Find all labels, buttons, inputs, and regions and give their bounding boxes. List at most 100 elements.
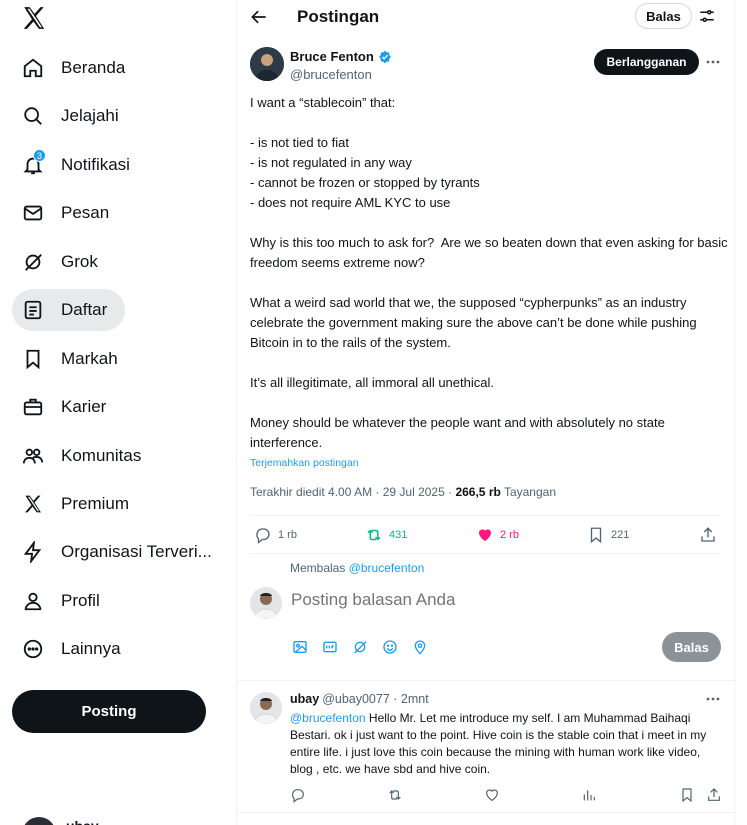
author-avatar[interactable]	[250, 47, 284, 81]
image-icon[interactable]	[292, 639, 308, 655]
nav-label: Markah	[61, 349, 118, 368]
like-count: 2 rb	[500, 529, 519, 541]
replying-to: Membalas @brucefenton	[290, 561, 424, 575]
nav-label: Daftar	[61, 300, 108, 319]
repost-action[interactable]: 431	[365, 526, 407, 544]
send-reply-button[interactable]: Balas	[662, 632, 721, 662]
nav-item-organisasi[interactable]: Organisasi Terveri...	[12, 531, 230, 573]
repost-icon[interactable]	[387, 787, 403, 803]
nav-label: Beranda	[61, 58, 126, 77]
reply-text: @brucefenton Hello Mr. Let me introduce …	[290, 710, 720, 778]
post-paragraph: - is not tied to fiat	[250, 135, 349, 150]
gif-icon[interactable]	[322, 639, 338, 655]
left-sidebar: Beranda Jelajahi 3 Notifikasi Pesan Grok…	[0, 0, 236, 825]
nav-label: Premium	[61, 494, 130, 513]
lightning-icon	[21, 540, 45, 564]
edited-timestamp[interactable]: Terakhir diedit 4.00 AM · 29 Jul 2025 ·	[250, 485, 455, 499]
grok-icon	[21, 250, 45, 274]
post-paragraph: Why is this too much to ask for? Are we …	[250, 235, 732, 270]
nav-item-jelajahi[interactable]: Jelajahi	[12, 95, 137, 137]
post-button[interactable]: Posting	[12, 690, 206, 733]
post-paragraph	[250, 273, 730, 293]
nav-label: Organisasi Terveri...	[61, 542, 212, 561]
subscribe-button[interactable]: Berlangganan	[594, 49, 699, 75]
filter-sliders-icon[interactable]	[698, 7, 716, 25]
bell-icon: 3	[21, 149, 46, 177]
reply-more-options-icon[interactable]	[704, 690, 722, 708]
nav-item-premium[interactable]: Premium	[12, 483, 147, 525]
bookmark-icon[interactable]	[679, 787, 695, 803]
account-avatar[interactable]	[22, 817, 56, 825]
translate-post-link[interactable]: Terjemahkan postingan	[250, 457, 359, 469]
post-paragraph: What a weird sad world that we, the supp…	[250, 295, 701, 350]
post-paragraph	[250, 393, 730, 413]
section-divider	[237, 680, 736, 681]
my-avatar[interactable]	[250, 587, 282, 619]
views-label: Tayangan	[500, 485, 556, 499]
reply-meta: @ubay0077 · 2mnt	[322, 692, 429, 706]
bookmark-action[interactable]: 221	[587, 526, 629, 544]
share-icon[interactable]	[706, 787, 722, 803]
like-action[interactable]: 2 rb	[476, 526, 519, 544]
location-icon[interactable]	[412, 639, 428, 655]
nav-item-pesan[interactable]: Pesan	[12, 192, 127, 234]
account-name[interactable]: ubay	[66, 818, 99, 825]
views-count: 266,5 rb	[455, 485, 501, 499]
nav-item-profil[interactable]: Profil	[12, 580, 118, 622]
nav-item-lainnya[interactable]: Lainnya	[12, 628, 139, 670]
post-paragraph: - does not require AML KYC to use	[250, 195, 451, 210]
reply-icon	[256, 528, 270, 544]
nav-item-notifikasi[interactable]: 3 Notifikasi	[12, 144, 148, 186]
post-paragraph: - is not regulated in any way	[250, 155, 412, 170]
reply-mention[interactable]: @brucefenton	[290, 711, 366, 725]
nav-item-daftar[interactable]: Daftar	[12, 289, 126, 331]
briefcase-icon	[21, 395, 45, 419]
repost-count: 431	[389, 529, 408, 541]
bookmark-count: 221	[611, 529, 630, 541]
back-arrow-icon[interactable]	[249, 7, 269, 27]
post-paragraph	[250, 213, 730, 233]
nav-label: Karier	[61, 397, 107, 416]
share-action[interactable]	[699, 526, 717, 544]
author-name[interactable]: Bruce Fenton	[290, 49, 392, 64]
nav-label: Komunitas	[61, 446, 142, 465]
reply-author-avatar[interactable]	[250, 692, 282, 724]
nav-label: Pesan	[61, 203, 110, 222]
post-paragraph: It’s all illegitimate, all immoral all u…	[250, 375, 494, 390]
post-paragraph	[250, 353, 730, 373]
nav-item-markah[interactable]: Markah	[12, 338, 136, 380]
views-icon[interactable]	[581, 787, 597, 803]
nav-label: Profil	[61, 591, 100, 610]
x-logo-icon[interactable]	[21, 5, 47, 31]
bookmark-icon	[21, 347, 45, 371]
reply-header: ubay @ubay0077 · 2mnt	[290, 692, 429, 706]
like-icon[interactable]	[484, 787, 500, 803]
bookmark-icon	[590, 527, 602, 544]
reply-action[interactable]: 1 rb	[254, 526, 297, 544]
share-icon	[701, 527, 715, 542]
more-options-icon[interactable]	[704, 53, 722, 71]
nav-label: Grok	[61, 252, 98, 271]
grok-icon[interactable]	[352, 639, 368, 655]
nav-item-grok[interactable]: Grok	[12, 241, 116, 283]
nav-label: Notifikasi	[61, 155, 130, 174]
nav-item-karier[interactable]: Karier	[12, 386, 124, 428]
repost-icon	[367, 529, 381, 541]
divider	[250, 553, 720, 554]
reply-chip-button[interactable]: Balas	[635, 3, 692, 29]
person-icon	[21, 589, 45, 613]
reply-input[interactable]	[291, 590, 711, 610]
replying-to-handle[interactable]: @brucefenton	[349, 561, 425, 575]
reply-count: 1 rb	[278, 529, 297, 541]
emoji-icon[interactable]	[382, 639, 398, 655]
more-circle-icon	[21, 637, 45, 661]
nav-item-komunitas[interactable]: Komunitas	[12, 435, 159, 477]
nav-item-beranda[interactable]: Beranda	[12, 47, 143, 89]
home-icon	[21, 56, 45, 80]
author-handle[interactable]: @brucefenton	[290, 67, 372, 82]
reply-icon[interactable]	[290, 787, 306, 803]
post-paragraph: - cannot be frozen or stopped by tyrants	[250, 175, 480, 190]
reply-author-name[interactable]: ubay	[290, 692, 319, 706]
people-icon	[21, 444, 45, 468]
post-text: I want a “stablecoin” that: - is not tie…	[250, 93, 730, 453]
